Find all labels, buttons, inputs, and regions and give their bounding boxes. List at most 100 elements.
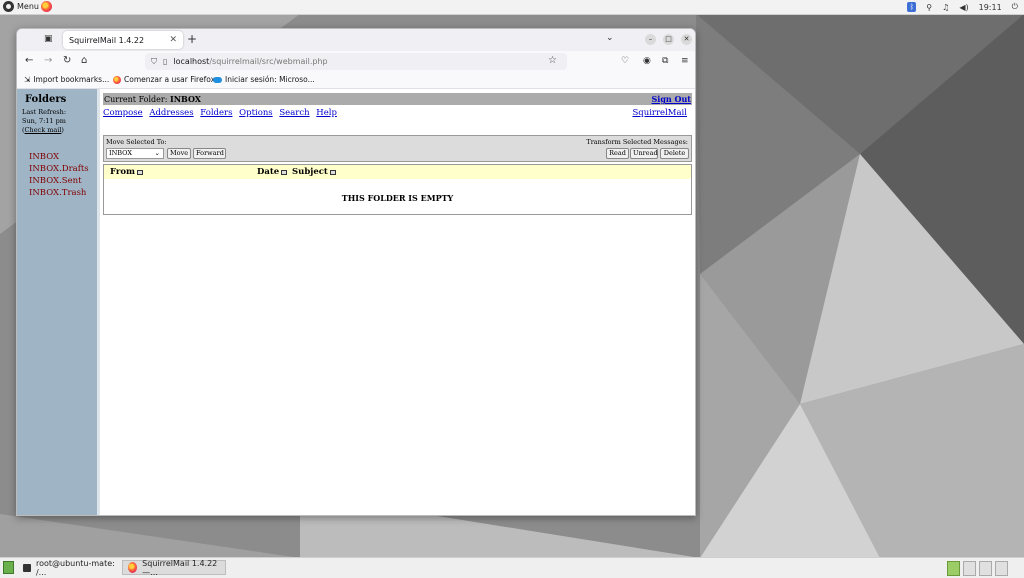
bookmarks-toolbar: ⇲ Import bookmarks... Comenzar a usar Fi… — [17, 72, 695, 89]
column-label: From — [110, 167, 136, 177]
bluetooth-icon[interactable]: ᛒ — [907, 2, 917, 12]
home-icon[interactable]: ⌂ — [81, 55, 87, 66]
bookmark-label: Iniciar sesión: Microso... — [225, 75, 315, 84]
minimize-icon[interactable]: – — [645, 34, 656, 45]
close-window-icon[interactable]: ✕ — [681, 34, 692, 45]
read-button[interactable]: Read — [606, 148, 629, 159]
task-label: SquirrelMail 1.4.22 —... — [142, 558, 218, 577]
menu-addresses[interactable]: Addresses — [149, 108, 193, 118]
delete-button[interactable]: Delete — [660, 148, 689, 159]
tab-title: SquirrelMail 1.4.22 — [69, 35, 145, 45]
notification-bell-icon[interactable]: ♫ — [942, 3, 949, 12]
table-header: From Date Subject — [104, 165, 691, 179]
folders-pane: Folders Last Refresh: Sun, 7:11 pm (Chec… — [17, 89, 100, 515]
account-icon[interactable]: ◉ — [643, 56, 651, 66]
current-folder-bar: Current Folder: INBOX Sign Out — [103, 93, 692, 105]
close-tab-icon[interactable]: ✕ — [169, 35, 177, 45]
folder-link[interactable]: INBOX.Sent — [29, 175, 89, 187]
sort-icon[interactable] — [137, 169, 144, 175]
sign-out-link[interactable]: Sign Out — [652, 94, 692, 104]
sort-icon[interactable] — [281, 169, 288, 175]
menu-label: Menu — [17, 2, 39, 11]
current-folder-label: Current Folder: — [104, 95, 168, 104]
workspace-1[interactable] — [947, 561, 960, 576]
column-label: Date — [257, 167, 280, 177]
maximize-icon[interactable]: □ — [663, 34, 674, 45]
move-button[interactable]: Move — [167, 148, 191, 159]
taskbar-firefox[interactable]: SquirrelMail 1.4.22 —... — [122, 558, 226, 577]
column-from[interactable]: From — [110, 167, 144, 177]
folder-link[interactable]: INBOX — [29, 151, 89, 163]
firefox-launcher-icon[interactable] — [41, 1, 52, 12]
last-refresh-time: Sun, 7:11 pm — [22, 117, 66, 125]
transform-label: Transform Selected Messages: — [586, 138, 688, 146]
bottom-panel: root@ubuntu-mate: /... SquirrelMail 1.4.… — [0, 557, 1024, 578]
column-date[interactable]: Date — [257, 167, 288, 177]
workspace-2[interactable] — [963, 561, 976, 576]
new-tab-icon[interactable]: + — [187, 32, 197, 46]
forward-icon[interactable]: → — [44, 55, 52, 66]
folder-list: INBOX INBOX.Drafts INBOX.Sent INBOX.Tras… — [29, 151, 89, 199]
message-table: From Date Subject THIS FOLDER IS EMPTY — [103, 164, 692, 215]
move-folder-select[interactable]: INBOX ⌄ — [106, 148, 164, 159]
firefox-icon — [128, 562, 138, 573]
top-panel: Menu ᛒ ⚲ ♫ ◀) 19:11 ⏻ — [0, 0, 1024, 15]
select-value: INBOX — [109, 149, 132, 157]
squirrelmail-link[interactable]: SquirrelMail — [632, 108, 687, 118]
onedrive-cloud-icon — [213, 76, 222, 83]
network-icon[interactable]: ⚲ — [926, 3, 932, 12]
menu-button[interactable]: Menu — [3, 1, 39, 12]
chevron-down-icon: ⌄ — [154, 149, 160, 157]
sort-icon[interactable] — [329, 169, 336, 175]
hamburger-menu-icon[interactable]: ≡ — [681, 56, 689, 66]
back-icon[interactable]: ← — [25, 55, 33, 66]
current-folder-name: INBOX — [169, 94, 201, 104]
nav-bar: ← → ↻ ⌂ ⛉ ▯ localhost/squirrelmail/src/w… — [17, 51, 695, 72]
url-host: localhost — [173, 57, 210, 66]
menu-search[interactable]: Search — [279, 108, 309, 118]
workspace-4[interactable] — [995, 561, 1008, 576]
column-subject[interactable]: Subject — [292, 167, 336, 177]
forward-button[interactable]: Forward — [193, 148, 226, 159]
tab-squirrelmail[interactable]: SquirrelMail 1.4.22 ✕ — [63, 31, 183, 49]
system-tray: ᛒ ⚲ ♫ ◀) 19:11 ⏻ — [907, 0, 1018, 14]
firefox-icon — [113, 75, 121, 84]
extensions-icon[interactable]: ⧉ — [662, 56, 668, 66]
current-folder: Current Folder: INBOX — [104, 94, 201, 104]
move-selected-label: Move Selected To: — [106, 138, 167, 146]
reload-icon[interactable]: ↻ — [63, 55, 71, 66]
unread-button[interactable]: Unread — [630, 148, 658, 159]
menu-options[interactable]: Options — [239, 108, 273, 118]
pocket-icon[interactable]: ♡ — [621, 56, 629, 66]
page-icon[interactable]: ▯ — [163, 57, 167, 66]
chevron-down-icon[interactable]: ⌄ — [606, 33, 614, 43]
bookmark-label: Comenzar a usar Firefox — [124, 75, 216, 84]
webmail-page: Folders Last Refresh: Sun, 7:11 pm (Chec… — [17, 89, 695, 515]
folders-title: Folders — [25, 94, 67, 105]
shield-icon[interactable]: ⛉ — [151, 57, 157, 67]
bookmark-label: Import bookmarks... — [33, 75, 110, 84]
menu-compose[interactable]: Compose — [103, 108, 143, 118]
power-icon[interactable]: ⏻ — [1012, 2, 1018, 12]
menu-folders[interactable]: Folders — [200, 108, 232, 118]
url-bar[interactable]: ⛉ ▯ localhost/squirrelmail/src/webmail.p… — [145, 53, 567, 70]
bookmark-microsoft[interactable]: Iniciar sesión: Microso... — [213, 75, 315, 84]
folder-link[interactable]: INBOX.Drafts — [29, 163, 89, 175]
bookmark-import[interactable]: ⇲ Import bookmarks... — [24, 75, 109, 84]
bookmark-firefox[interactable]: Comenzar a usar Firefox — [113, 75, 215, 84]
folder-link[interactable]: INBOX.Trash — [29, 187, 89, 199]
column-label: Subject — [292, 167, 328, 177]
terminal-icon — [23, 563, 31, 572]
main-menu: Compose Addresses Folders Options Search… — [103, 108, 692, 122]
bookmark-star-icon[interactable]: ☆ — [548, 55, 557, 66]
menu-help[interactable]: Help — [316, 108, 337, 118]
workspace-3[interactable] — [979, 561, 992, 576]
tab-list-icon[interactable]: ▣ — [44, 34, 53, 44]
mate-logo-icon — [3, 1, 14, 12]
taskbar-terminal[interactable]: root@ubuntu-mate: /... — [18, 559, 122, 577]
empty-folder-message: THIS FOLDER IS EMPTY — [341, 193, 454, 203]
clock[interactable]: 19:11 — [979, 3, 1002, 12]
show-desktop-icon[interactable] — [3, 561, 14, 574]
volume-icon[interactable]: ◀) — [959, 3, 968, 12]
check-mail-link[interactable]: Check mail — [25, 126, 62, 134]
